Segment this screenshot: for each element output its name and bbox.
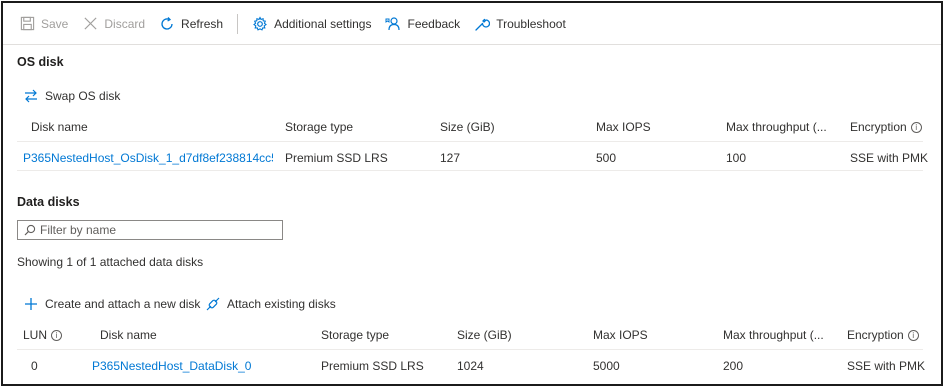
col-max-iops[interactable]: Max IOPS [593,328,648,342]
feedback-button[interactable]: Feedback [385,11,460,37]
info-icon[interactable]: i [51,329,63,341]
data-disk-max-throughput: 200 [723,359,744,373]
os-disk-title: OS disk [17,55,64,69]
save-icon [19,16,35,32]
os-header-divider [17,141,923,142]
discard-label: Discard [104,16,146,31]
troubleshoot-label: Troubleshoot [496,16,566,31]
col-max-throughput[interactable]: Max throughput (... [726,120,827,134]
swap-os-disk-button[interactable]: Swap OS disk [23,88,120,104]
col-size[interactable]: Size (GiB) [440,120,495,134]
os-disk-name-link[interactable]: P365NestedHost_OsDisk_1_d7df8ef238814cc5… [23,151,273,165]
col-max-throughput[interactable]: Max throughput (... [723,328,824,342]
col-lun-label: LUN [23,328,48,342]
attach-existing-disks-label: Attach existing disks [227,297,336,311]
col-disk-name[interactable]: Disk name [31,120,88,134]
col-disk-name[interactable]: Disk name [100,328,157,342]
showing-count-text: Showing 1 of 1 attached data disks [17,255,204,269]
col-storage-type[interactable]: Storage type [285,120,353,134]
col-storage-type[interactable]: Storage type [321,328,389,342]
os-disk-storage-type: Premium SSD LRS [285,151,388,165]
additional-settings-label: Additional settings [274,16,372,31]
data-disks-title: Data disks [17,195,80,209]
os-disk-encryption: SSE with PMK [850,151,929,165]
filter-by-name-input[interactable] [17,220,283,240]
troubleshoot-button[interactable]: Troubleshoot [474,11,566,37]
col-max-iops[interactable]: Max IOPS [596,120,651,134]
link-icon [205,296,221,312]
data-disk-name-link[interactable]: P365NestedHost_DataDisk_0 [92,359,251,373]
refresh-icon [159,16,175,32]
col-encryption[interactable]: Encryption i [847,328,919,342]
create-attach-disk-label: Create and attach a new disk [45,297,201,311]
data-header-divider [17,349,923,350]
discard-button[interactable]: Discard [82,11,145,37]
toolbar-divider [237,13,239,34]
data-disk-lun: 0 [31,359,38,373]
plus-icon [23,296,39,312]
filter-text-field[interactable] [40,223,270,237]
feedback-icon [385,16,401,32]
col-encryption-label: Encryption [847,328,904,342]
col-lun[interactable]: LUN i [23,328,63,342]
os-disk-max-throughput: 100 [726,151,747,165]
disks-blade: Save Discard Refresh Additional settings [1,1,943,386]
info-icon[interactable]: i [910,121,922,133]
refresh-label: Refresh [181,16,224,31]
data-disk-max-iops: 5000 [593,359,620,373]
data-disk-size: 1024 [457,359,484,373]
create-attach-disk-button[interactable]: Create and attach a new disk [23,296,200,312]
os-row-divider [17,170,923,171]
col-size[interactable]: Size (GiB) [457,328,512,342]
save-button[interactable]: Save [19,11,68,37]
swap-icon [23,88,39,104]
feedback-label: Feedback [407,16,461,31]
info-icon[interactable]: i [907,329,919,341]
gear-icon [252,15,268,32]
search-icon [24,224,36,236]
command-bar: Save Discard Refresh Additional settings [3,3,941,45]
os-disk-size: 127 [440,151,461,165]
data-disk-storage-type: Premium SSD LRS [321,359,424,373]
close-icon [82,16,98,32]
attach-existing-disks-button[interactable]: Attach existing disks [205,296,336,312]
wrench-icon [474,16,491,32]
os-disk-max-iops: 500 [596,151,617,165]
swap-os-disk-label: Swap OS disk [45,89,121,103]
col-encryption-label: Encryption [850,120,907,134]
additional-settings-button[interactable]: Additional settings [252,11,371,37]
col-encryption[interactable]: Encryption i [850,120,922,134]
refresh-button[interactable]: Refresh [159,11,223,37]
save-label: Save [41,16,69,31]
data-disk-encryption: SSE with PMK [847,359,926,373]
